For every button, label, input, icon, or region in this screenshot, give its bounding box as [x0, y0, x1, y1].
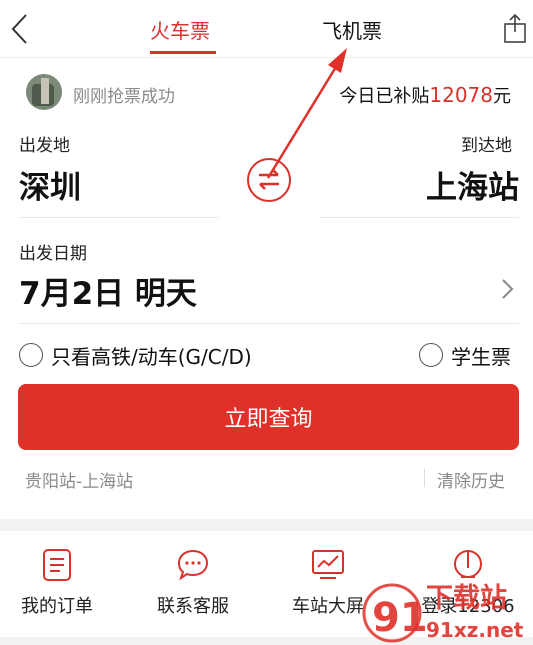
annotation-arrow — [266, 48, 347, 179]
svg-text:91: 91 — [372, 595, 428, 641]
svg-text:下载站: 下载站 — [426, 583, 507, 614]
svg-text:91xz.net: 91xz.net — [426, 618, 524, 642]
watermark-logo: 91 下载站 91xz.net — [362, 583, 524, 643]
